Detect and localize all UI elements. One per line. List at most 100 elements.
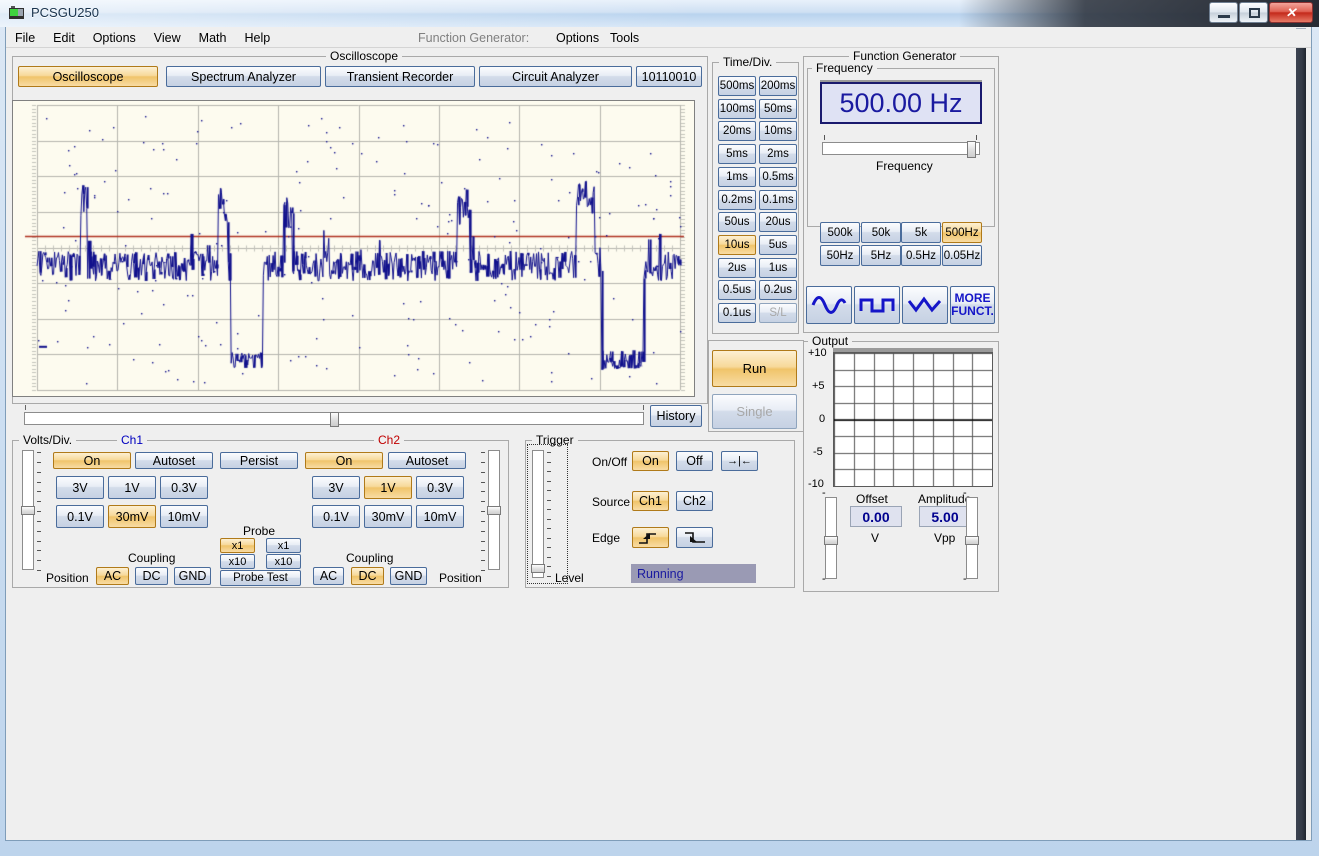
freq-range-50Hz[interactable]: 50Hz xyxy=(820,245,860,266)
offset-slider[interactable] xyxy=(824,497,838,579)
timediv-button-0p5ms[interactable]: 0.5ms xyxy=(759,167,797,187)
menu-edit[interactable]: Edit xyxy=(44,29,84,47)
trigger-source-ch1[interactable]: Ch1 xyxy=(632,491,669,511)
timediv-button-20us[interactable]: 20us xyxy=(759,212,797,232)
timediv-button-100ms[interactable]: 100ms xyxy=(718,99,756,119)
trigger-source-ch2[interactable]: Ch2 xyxy=(676,491,713,511)
timediv-button-5ms[interactable]: 5ms xyxy=(718,144,756,164)
menu-view[interactable]: View xyxy=(145,29,190,47)
offset-value[interactable]: 0.00 xyxy=(850,506,902,527)
timediv-button-0p5us[interactable]: 0.5us xyxy=(718,280,756,300)
amplitude-value[interactable]: 5.00 xyxy=(919,506,971,527)
ch1-range-10mV[interactable]: 10mV xyxy=(160,505,208,528)
ch2-on-button[interactable]: On xyxy=(305,452,383,469)
tab-transient-recorder[interactable]: Transient Recorder xyxy=(325,66,475,87)
timediv-button-0p1ms[interactable]: 0.1ms xyxy=(759,190,797,210)
menu-help[interactable]: Help xyxy=(235,29,279,47)
ch2-range-0p3V[interactable]: 0.3V xyxy=(416,476,464,499)
trigger-center-button[interactable]: →|← xyxy=(721,451,758,471)
timediv-button-1us[interactable]: 1us xyxy=(759,258,797,278)
persist-button[interactable]: Persist xyxy=(220,452,298,469)
ch1-autoset-button[interactable]: Autoset xyxy=(135,452,213,469)
ch2-coupling-dc[interactable]: DC xyxy=(351,567,384,585)
timediv-button-50us[interactable]: 50us xyxy=(718,212,756,232)
trigger-level-slider[interactable] xyxy=(531,450,545,578)
ch2-range-1V[interactable]: 1V xyxy=(364,476,412,499)
ch1-coupling-gnd[interactable]: GND xyxy=(174,567,211,585)
freq-range-5k[interactable]: 5k xyxy=(901,222,941,243)
scope-display[interactable] xyxy=(12,100,695,397)
timediv-button-5us[interactable]: 5us xyxy=(759,235,797,255)
ch1-range-0p3V[interactable]: 0.3V xyxy=(160,476,208,499)
scope-scroll-thumb[interactable] xyxy=(330,412,339,427)
offset-slider-thumb[interactable] xyxy=(824,536,838,545)
timediv-button-50ms[interactable]: 50ms xyxy=(759,99,797,119)
run-button[interactable]: Run xyxy=(712,350,797,387)
timediv-button-10us[interactable]: 10us xyxy=(718,235,756,255)
window-right-scrollbar[interactable] xyxy=(1296,28,1306,840)
ch1-on-button[interactable]: On xyxy=(53,452,131,469)
ch2-range-30mV[interactable]: 30mV xyxy=(364,505,412,528)
close-button[interactable]: ✕ xyxy=(1269,2,1313,23)
menu-file[interactable]: File xyxy=(6,29,44,47)
timediv-button-0p2ms[interactable]: 0.2ms xyxy=(718,190,756,210)
ch1-coupling-ac[interactable]: AC xyxy=(96,567,129,585)
timediv-button-0p2us[interactable]: 0.2us xyxy=(759,280,797,300)
minimize-button[interactable] xyxy=(1209,2,1238,23)
maximize-button[interactable] xyxy=(1239,2,1268,23)
ch2-range-3V[interactable]: 3V xyxy=(312,476,360,499)
ch2-position-thumb[interactable] xyxy=(487,506,501,515)
scope-horizontal-scrollbar[interactable] xyxy=(24,412,644,427)
tab-logic-analyzer[interactable]: 10110010 xyxy=(636,66,702,87)
trigger-off-button[interactable]: Off xyxy=(676,451,713,471)
frequency-slider[interactable] xyxy=(822,141,980,158)
ch2-coupling-ac[interactable]: AC xyxy=(313,567,344,585)
timediv-button-2ms[interactable]: 2ms xyxy=(759,144,797,164)
timediv-button-0p1us[interactable]: 0.1us xyxy=(718,303,756,323)
tab-circuit-analyzer[interactable]: Circuit Analyzer xyxy=(479,66,632,87)
timediv-button-2us[interactable]: 2us xyxy=(718,258,756,278)
probe-test-button[interactable]: Probe Test xyxy=(220,570,301,586)
frequency-slider-thumb[interactable] xyxy=(967,141,976,158)
ch1-probe-x1[interactable]: x1 xyxy=(220,538,255,553)
triangle-wave-button[interactable] xyxy=(902,286,948,324)
frequency-display[interactable]: 500.00 Hz xyxy=(820,82,982,124)
ch2-range-0p1V[interactable]: 0.1V xyxy=(312,505,360,528)
square-wave-button[interactable] xyxy=(854,286,900,324)
ch2-probe-x10[interactable]: x10 xyxy=(266,554,301,569)
more-funct-button[interactable]: MORE FUNCT. xyxy=(950,286,995,324)
timediv-button-200ms[interactable]: 200ms xyxy=(759,76,797,96)
ch1-coupling-dc[interactable]: DC xyxy=(135,567,168,585)
ch2-autoset-button[interactable]: Autoset xyxy=(388,452,466,469)
ch1-position-slider[interactable] xyxy=(21,450,35,570)
trigger-level-thumb[interactable] xyxy=(531,564,545,573)
freq-range-0p05Hz[interactable]: 0.05Hz xyxy=(942,245,982,266)
timediv-button-500ms[interactable]: 500ms xyxy=(718,76,756,96)
ch1-range-30mV[interactable]: 30mV xyxy=(108,505,156,528)
ch1-range-0p1V[interactable]: 0.1V xyxy=(56,505,104,528)
menu-fg-tools[interactable]: Tools xyxy=(610,31,639,45)
trigger-edge-rising-button[interactable] xyxy=(632,527,669,548)
freq-range-500Hz[interactable]: 500Hz xyxy=(942,222,982,243)
timediv-button-10ms[interactable]: 10ms xyxy=(759,121,797,141)
ch2-probe-x1[interactable]: x1 xyxy=(266,538,301,553)
trigger-edge-falling-button[interactable] xyxy=(676,527,713,548)
history-button[interactable]: History xyxy=(650,405,702,427)
tab-oscilloscope[interactable]: Oscilloscope xyxy=(18,66,158,87)
ch2-coupling-gnd[interactable]: GND xyxy=(390,567,427,585)
freq-range-5Hz[interactable]: 5Hz xyxy=(861,245,901,266)
ch1-range-3V[interactable]: 3V xyxy=(56,476,104,499)
sine-wave-button[interactable] xyxy=(806,286,852,324)
freq-range-500k[interactable]: 500k xyxy=(820,222,860,243)
ch1-range-1V[interactable]: 1V xyxy=(108,476,156,499)
ch1-probe-x10[interactable]: x10 xyxy=(220,554,255,569)
ch2-position-slider[interactable] xyxy=(487,450,501,570)
menu-fg-options[interactable]: Options xyxy=(556,31,599,45)
amplitude-slider[interactable] xyxy=(965,497,979,579)
amplitude-slider-thumb[interactable] xyxy=(965,536,979,545)
single-button[interactable]: Single xyxy=(712,394,797,429)
freq-range-50k[interactable]: 50k xyxy=(861,222,901,243)
freq-range-0p5Hz[interactable]: 0.5Hz xyxy=(901,245,941,266)
timediv-button-20ms[interactable]: 20ms xyxy=(718,121,756,141)
ch1-position-thumb[interactable] xyxy=(21,506,35,515)
